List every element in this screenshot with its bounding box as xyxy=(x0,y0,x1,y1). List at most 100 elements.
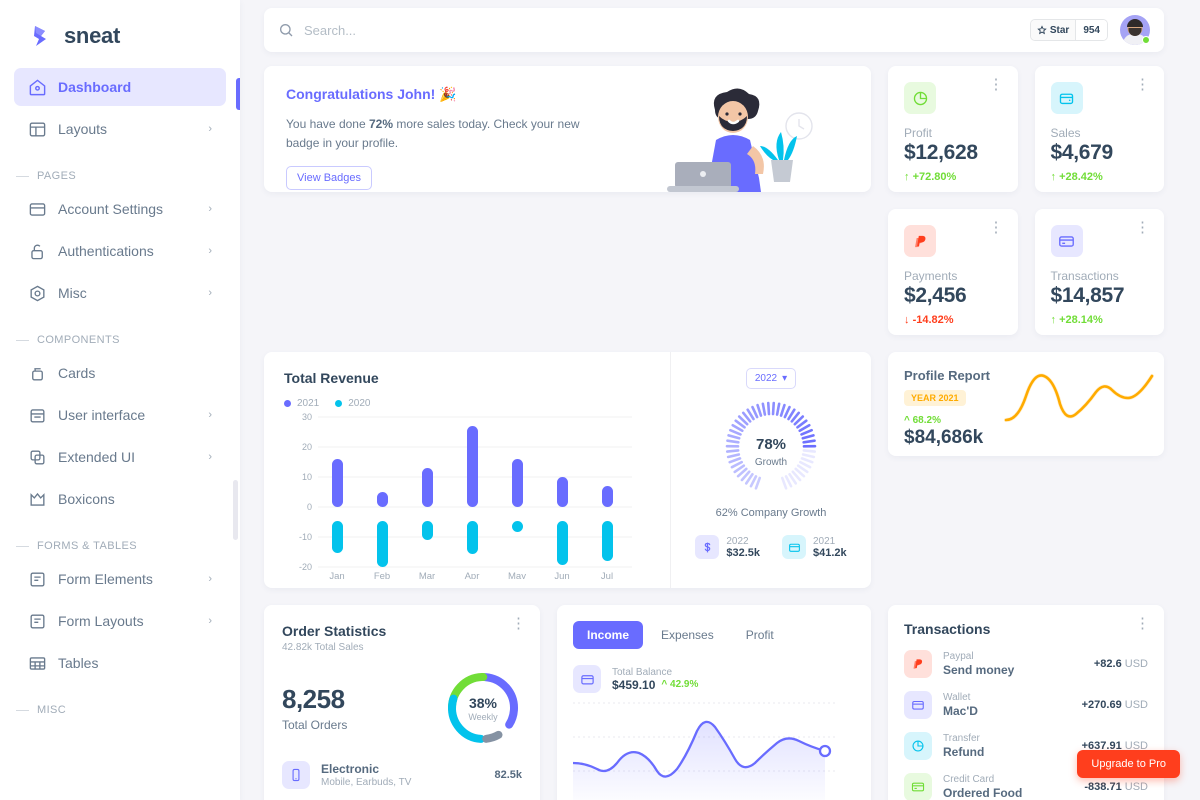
search-area[interactable] xyxy=(278,22,1030,38)
svg-text:Jun: Jun xyxy=(554,571,569,579)
list-item[interactable]: Wallet Mac'D +270.69 USD xyxy=(904,691,1148,719)
tab-profit[interactable]: Profit xyxy=(732,621,788,649)
total-balance-row: Total Balance $459.10 ^ 42.9% xyxy=(573,665,855,693)
form-layout-icon xyxy=(28,612,47,631)
user-avatar-wrapper[interactable] xyxy=(1120,15,1150,45)
svg-text:Jan: Jan xyxy=(329,571,344,579)
sidebar-section-components: COMPONENTS xyxy=(14,316,226,354)
app-root: sneat Dashboard Layouts › PAGES Account … xyxy=(0,0,1200,800)
year-value: $32.5k xyxy=(726,546,760,559)
search-icon xyxy=(278,22,294,38)
cards-icon xyxy=(28,364,47,383)
row-congrats-stats: Congratulations John! 🎉 You have done 72… xyxy=(264,66,1164,335)
svg-text:0: 0 xyxy=(307,502,312,512)
sidebar-item-layouts[interactable]: Layouts › xyxy=(14,110,226,148)
sidebar-item-cards[interactable]: Cards xyxy=(14,354,226,392)
sidebar-scrollbar[interactable] xyxy=(233,480,238,540)
search-input[interactable] xyxy=(304,22,544,38)
svg-text:-10: -10 xyxy=(299,532,312,542)
content: Star 954 Congratulations John! 🎉 You hav… xyxy=(240,0,1200,800)
total-orders-value: 8,258 xyxy=(282,684,345,714)
stat-value: $12,628 xyxy=(904,141,978,164)
growth-panel: 2022 ▾ 78% Growth 62% Company Growth 202… xyxy=(671,352,871,588)
brand[interactable]: sneat xyxy=(0,0,240,68)
sidebar-item-label: Layouts xyxy=(58,121,108,137)
sidebar-item-tables[interactable]: Tables xyxy=(14,644,226,682)
lock-icon xyxy=(28,242,47,261)
list-item[interactable]: Electronic Mobile, Earbuds, TV 82.5k xyxy=(282,761,522,789)
sidebar-item-user-interface[interactable]: User interface › xyxy=(14,396,226,434)
chevron-right-icon: › xyxy=(208,245,212,257)
sidebar-item-extended-ui[interactable]: Extended UI › xyxy=(14,438,226,476)
svg-text:May: May xyxy=(508,571,526,579)
sidebar-item-label: Form Elements xyxy=(58,571,153,587)
card-menu-button[interactable]: ⋮ xyxy=(989,77,1004,92)
upgrade-to-pro-button[interactable]: Upgrade to Pro xyxy=(1077,750,1180,778)
list-item[interactable]: Paypal Send money +82.6 USD xyxy=(904,650,1148,678)
order-stats-title: Order Statistics xyxy=(282,623,387,639)
svg-text:30: 30 xyxy=(302,412,312,422)
year-select[interactable]: 2022 ▾ xyxy=(745,368,797,389)
credit-card-icon xyxy=(904,773,932,800)
card-menu-button[interactable]: ⋮ xyxy=(1135,220,1150,235)
year-stats: 2022 $32.5k 2021 $41.2k xyxy=(695,535,847,559)
stat-row-bottom: ⋮ Payments $2,456 ↓ -14.82% ⋮ Transactio… xyxy=(888,209,1164,335)
sidebar-section-pages: PAGES xyxy=(14,152,226,190)
tab-expenses[interactable]: Expenses xyxy=(647,621,728,649)
card-menu-button[interactable]: ⋮ xyxy=(1135,616,1150,631)
svg-text:-20: -20 xyxy=(299,562,312,572)
card-menu-button[interactable]: ⋮ xyxy=(989,220,1004,235)
stat-value: $2,456 xyxy=(904,284,967,307)
card-menu-button[interactable]: ⋮ xyxy=(1135,77,1150,92)
stat-delta: ↑ +72.80% xyxy=(904,171,957,183)
tab-income[interactable]: Income xyxy=(573,621,644,649)
sidebar-item-form-layouts[interactable]: Form Layouts › xyxy=(14,602,226,640)
profile-report-sparkline xyxy=(1004,373,1154,422)
congratulations-card: Congratulations John! 🎉 You have done 72… xyxy=(264,66,871,192)
order-donut-chart: 38% Weekly xyxy=(448,673,518,743)
income-area-chart xyxy=(573,702,836,800)
transaction-type: Wallet xyxy=(943,692,971,703)
table-icon xyxy=(28,654,47,673)
stat-card-transactions: ⋮ Transactions $14,857 ↑ +28.14% xyxy=(1034,209,1164,335)
section-label: MISC xyxy=(37,704,67,716)
star-label: Star xyxy=(1049,24,1070,36)
year-label: 2021 xyxy=(813,535,836,547)
transaction-amount: +270.69 USD xyxy=(1081,699,1148,711)
wallet-icon xyxy=(782,535,806,559)
stat-row-top: ⋮ Profit $12,628 ↑ +72.80% ⋮ Sales $4,67… xyxy=(888,66,1164,192)
company-growth-label: 62% Company Growth xyxy=(715,507,827,519)
sidebar-item-label: Tables xyxy=(58,655,99,671)
sidebar-item-authentications[interactable]: Authentications › xyxy=(14,232,226,270)
sidebar-item-label: Authentications xyxy=(58,243,154,259)
stat-delta: ↓ -14.82% xyxy=(904,314,954,326)
github-star-button[interactable]: Star 954 xyxy=(1029,19,1108,41)
legend-item-2020[interactable]: 2020 xyxy=(335,398,371,409)
year-stat-2021: 2021 $41.2k xyxy=(782,535,847,559)
revenue-bar-chart: 302010 0-10-20 Jan Feb Mar Apr May Jun J… xyxy=(299,412,632,579)
stat-card-sales: ⋮ Sales $4,679 ↑ +28.42% xyxy=(1034,66,1164,192)
credit-card-icon xyxy=(1050,225,1083,257)
wallet-icon xyxy=(573,665,601,693)
card-menu-button[interactable]: ⋮ xyxy=(511,616,526,631)
total-revenue-card: Total Revenue 2021 2020 30 20 10 0 -10 -… xyxy=(264,352,871,588)
sidebar-item-label: Boxicons xyxy=(58,491,115,507)
sidebar-item-form-elements[interactable]: Form Elements › xyxy=(14,560,226,598)
order-stats-subtitle: 42.82k Total Sales xyxy=(282,642,364,653)
form-icon xyxy=(28,570,47,589)
svg-text:Jul: Jul xyxy=(601,571,613,579)
sidebar-item-account-settings[interactable]: Account Settings › xyxy=(14,190,226,228)
legend-item-2021[interactable]: 2021 xyxy=(284,398,319,409)
chevron-right-icon: › xyxy=(208,123,212,135)
year-value: $41.2k xyxy=(813,546,847,559)
sidebar-item-dashboard[interactable]: Dashboard xyxy=(14,68,226,106)
view-badges-button[interactable]: View Badges xyxy=(286,166,373,191)
donut-percent: 38% xyxy=(469,695,498,711)
sidebar-item-misc[interactable]: Misc › xyxy=(14,274,226,312)
stat-label: Transactions xyxy=(1050,269,1119,283)
balance-label: Total Balance xyxy=(612,666,673,678)
stat-card-profit: ⋮ Profit $12,628 ↑ +72.80% xyxy=(888,66,1018,192)
sidebar-item-boxicons[interactable]: Boxicons xyxy=(14,480,226,518)
mobile-icon xyxy=(282,761,310,789)
star-label-group: Star xyxy=(1030,20,1076,40)
